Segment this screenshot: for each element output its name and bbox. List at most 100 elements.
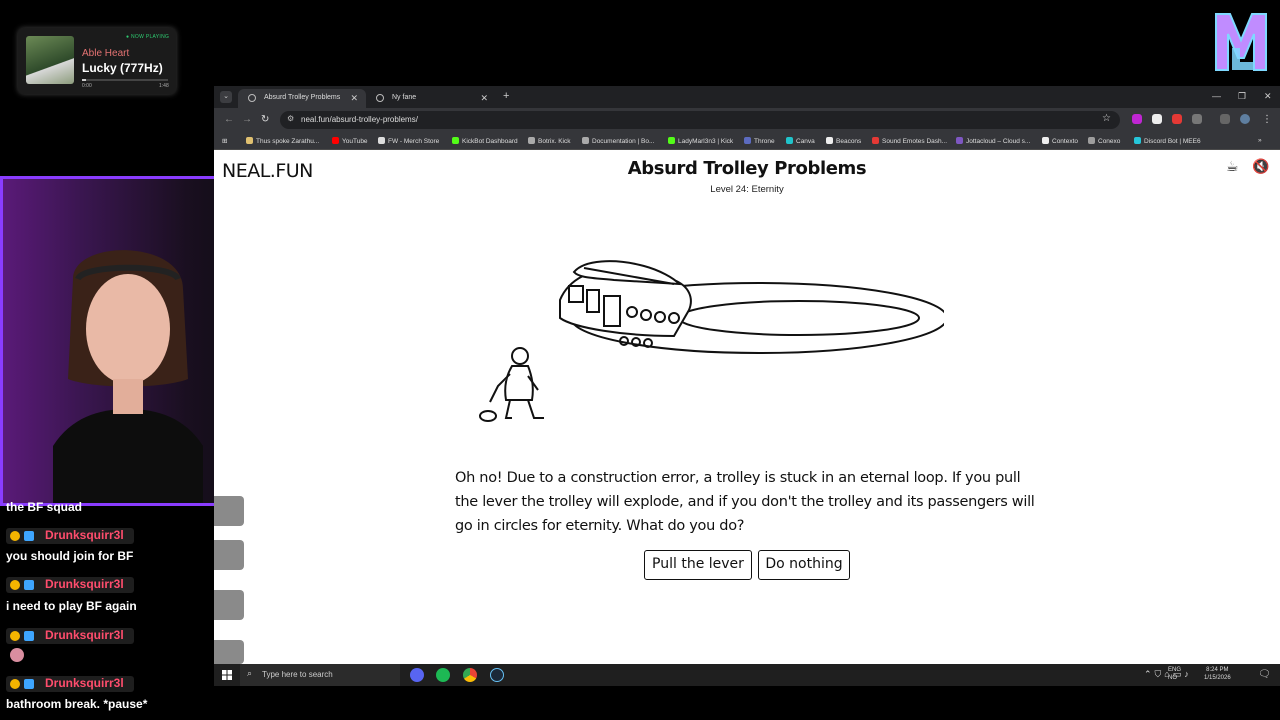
menu-icon[interactable]: ⋮ [1262,114,1272,125]
tab-bar: ⌄ Absurd Trolley Problems ✕ Ny fane ✕ + … [214,86,1280,108]
more-bookmarks-icon[interactable]: » [1258,137,1262,144]
album-art [26,36,74,84]
chat-message: i need to play BF again [6,599,137,613]
platform-icon [24,531,34,541]
track-time-end: 1:48 [159,83,169,89]
bookmark-item[interactable]: Beacons [826,137,861,145]
spotify-app-icon[interactable] [436,668,450,682]
platform-icon [24,679,34,689]
browser-window: ⌄ Absurd Trolley Problems ✕ Ny fane ✕ + … [214,86,1280,664]
bookmark-item[interactable]: KickBot Dashboard [452,137,518,145]
globe-icon [376,94,384,102]
chat-username: Drunksquirr3l [45,628,124,642]
windows-start-icon[interactable] [222,670,232,680]
track-time-start: 0:00 [82,83,92,89]
notification-icon[interactable]: 🗨 [1258,669,1271,680]
extension-icon[interactable] [1172,114,1182,124]
page-title: Absurd Trolley Problems [627,158,867,179]
bookmark-star-icon[interactable]: ☆ [1102,113,1111,124]
globe-icon [248,94,256,102]
track-progress-bar [82,79,168,81]
clock[interactable]: 8:24 PM 1/15/2026 [1204,666,1231,682]
coffee-cup-icon[interactable]: ☕ [1226,158,1239,175]
side-tab [214,640,244,664]
emote-icon [10,648,24,662]
maximize-icon[interactable]: ❐ [1238,91,1246,102]
back-icon[interactable]: ← [224,114,234,125]
do-nothing-button[interactable]: Do nothing [758,550,850,580]
apps-icon[interactable]: ⊞ [222,137,227,145]
language-indicator[interactable]: ENG NO [1168,666,1181,682]
mute-icon[interactable]: 🔇 [1252,158,1269,175]
badge-icon [10,531,20,541]
bookmark-item[interactable]: Contexto [1042,137,1078,145]
new-tab-button[interactable]: + [503,90,509,102]
bookmark-item[interactable]: Conexo [1088,137,1120,145]
site-info-icon[interactable]: ⚙ [287,114,294,123]
side-tab [214,590,244,620]
now-playing-badge: ● NOW PLAYING [126,34,170,40]
reload-icon[interactable]: ↻ [261,114,269,125]
lever-person-icon [479,347,544,422]
bookmark-item[interactable]: Discord Bot | MEE6 [1134,137,1201,145]
close-icon[interactable]: ✕ [480,93,488,104]
url-field[interactable]: ⚙ neal.fun/absurd-trolley-problems/ ☆ [280,111,1120,129]
extension-icon[interactable] [1152,114,1162,124]
taskbar-search[interactable]: ⌕ Type here to search [240,664,400,686]
bookmark-item[interactable]: Thus spoke Zarathu... [246,137,319,145]
tab-label: Ny fane [392,94,417,101]
artist-name: Able Heart [82,48,130,59]
tab-new-tab[interactable]: Ny fane ✕ [366,89,496,108]
bookmark-item[interactable]: Botrix. Kick [528,137,571,145]
profile-avatar[interactable] [1240,114,1250,124]
window-close-icon[interactable]: ✕ [1264,91,1272,102]
discord-app-icon[interactable] [410,668,424,682]
side-tab [214,540,244,570]
chat-message: the BF squad [6,500,83,514]
forward-icon[interactable]: → [242,114,252,125]
bookmark-item[interactable]: LadyMarl3n3 | Kick [668,137,733,145]
badge-icon [10,631,20,641]
scenario-text: Oh no! Due to a construction error, a tr… [455,470,1035,534]
chat-user-row: Drunksquirr3l [6,628,134,644]
platform-icon [24,631,34,641]
reading-list-icon[interactable] [1220,114,1230,124]
bookmark-item[interactable]: Documentation | Bo... [582,137,654,145]
taskbar: ⌕ Type here to search ⌃⛉⌂▭♪ ENG NO 8:24 … [214,664,1280,686]
chat-panel: the BF squad Drunksquirr3l you should jo… [0,500,214,720]
bookmark-item[interactable]: Sound Emotes Dash... [872,137,947,145]
track-progress-fill [82,79,87,81]
badge-icon [10,679,20,689]
bookmarks-bar: ⊞ Thus spoke Zarathu... YouTube FW - Mer… [214,132,1280,150]
pull-lever-button[interactable]: Pull the lever [644,550,752,580]
steam-app-icon[interactable] [490,668,504,682]
tab-list-button[interactable]: ⌄ [220,91,232,103]
tab-label: Absurd Trolley Problems [264,94,341,101]
chrome-app-icon[interactable] [463,668,477,682]
bookmark-item[interactable]: YouTube [332,137,368,145]
bookmark-item[interactable]: Canva [786,137,815,145]
extensions-puzzle-icon[interactable] [1192,114,1202,124]
chat-message: you should join for BF [6,549,134,563]
now-playing-widget: ● NOW PLAYING Able Heart Lucky (777Hz) 0… [18,28,176,94]
bookmark-item[interactable]: Throne [744,137,775,145]
page-content: NEAL.FUN Absurd Trolley Problems Level 2… [214,150,1280,664]
search-icon: ⌕ [247,668,253,678]
chat-username: Drunksquirr3l [45,676,124,690]
bookmark-item[interactable]: Jottacloud – Cloud s... [956,137,1030,145]
chat-user-row: Drunksquirr3l [6,577,134,593]
close-icon[interactable]: ✕ [350,93,358,104]
chat-username: Drunksquirr3l [45,577,124,591]
minimize-icon[interactable]: — [1212,91,1221,101]
search-placeholder: Type here to search [262,670,333,679]
chat-user-row: Drunksquirr3l [6,528,134,544]
level-label: Level 24: Eternity [710,184,784,195]
bookmark-item[interactable]: FW - Merch Store [378,137,439,145]
badge-icon [10,580,20,590]
extension-icon[interactable] [1132,114,1142,124]
chat-username: Drunksquirr3l [45,528,124,542]
channel-logo [1215,13,1267,71]
tab-absurd-trolley[interactable]: Absurd Trolley Problems ✕ [238,89,366,108]
url-text: neal.fun/absurd-trolley-problems/ [301,115,418,124]
chat-user-row: Drunksquirr3l [6,676,134,692]
